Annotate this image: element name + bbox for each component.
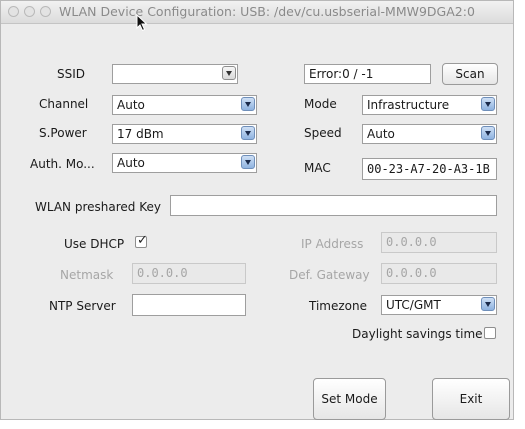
- daylight-savings-label: Daylight savings time: [352, 327, 483, 341]
- spower-combo[interactable]: 17 dBm: [112, 124, 257, 144]
- speed-dropdown-arrow-icon[interactable]: [481, 126, 495, 140]
- speed-combo[interactable]: Auto: [362, 124, 497, 144]
- channel-value: Auto: [117, 98, 145, 112]
- spower-dropdown-arrow-icon[interactable]: [241, 126, 255, 140]
- timezone-dropdown-arrow-icon[interactable]: [481, 297, 495, 311]
- channel-label: Channel: [39, 97, 89, 111]
- auth-mode-combo[interactable]: Auto: [112, 153, 257, 173]
- mode-dropdown-arrow-icon[interactable]: [481, 97, 495, 111]
- error-status-field: Error:0 / -1: [304, 64, 431, 84]
- spower-label: S.Power: [39, 126, 87, 140]
- netmask-label: Netmask: [60, 268, 114, 282]
- psk-label: WLAN preshared Key: [35, 200, 161, 214]
- ip-address-field: 0.0.0.0: [381, 232, 497, 253]
- zoom-window-icon[interactable]: [40, 6, 51, 17]
- use-dhcp-label: Use DHCP: [64, 237, 125, 251]
- exit-button[interactable]: Exit: [432, 378, 510, 420]
- mac-field[interactable]: 00-23-A7-20-A3-1B: [362, 158, 497, 180]
- netmask-field: 0.0.0.0: [132, 263, 246, 284]
- ntp-server-field[interactable]: [132, 294, 246, 316]
- ssid-combo[interactable]: [112, 64, 238, 84]
- mode-label: Mode: [304, 97, 337, 111]
- channel-dropdown-arrow-icon[interactable]: [241, 97, 255, 111]
- spower-value: 17 dBm: [117, 127, 164, 141]
- timezone-combo[interactable]: UTC/GMT: [381, 295, 497, 315]
- title-bar: WLAN Device Configuration: USB: /dev/cu.…: [1, 1, 513, 24]
- timezone-value: UTC/GMT: [386, 298, 441, 312]
- window-title: WLAN Device Configuration: USB: /dev/cu.…: [59, 4, 475, 19]
- auth-mode-value: Auto: [117, 156, 145, 170]
- auth-mode-dropdown-arrow-icon[interactable]: [241, 155, 255, 169]
- daylight-savings-checkbox[interactable]: [484, 327, 496, 339]
- scan-button[interactable]: Scan: [442, 63, 498, 85]
- close-window-icon[interactable]: [8, 6, 19, 17]
- mode-value: Infrastructure: [367, 98, 450, 112]
- speed-value: Auto: [367, 127, 395, 141]
- default-gateway-field: 0.0.0.0: [381, 263, 497, 284]
- ssid-dropdown-arrow-icon[interactable]: [222, 66, 236, 80]
- auth-mode-label: Auth. Mo...: [30, 157, 95, 171]
- minimize-window-icon[interactable]: [24, 6, 35, 17]
- ip-address-label: IP Address: [301, 237, 364, 251]
- ntp-server-label: NTP Server: [49, 299, 116, 313]
- speed-label: Speed: [304, 126, 342, 140]
- default-gateway-label: Def. Gateway: [289, 268, 370, 282]
- use-dhcp-checkbox[interactable]: ✓: [135, 233, 148, 248]
- timezone-label: Timezone: [309, 299, 367, 313]
- mac-label: MAC: [304, 161, 331, 175]
- mode-combo[interactable]: Infrastructure: [362, 95, 497, 115]
- psk-field[interactable]: [170, 195, 497, 216]
- channel-combo[interactable]: Auto: [112, 95, 257, 115]
- ssid-label: SSID: [56, 67, 85, 81]
- config-window: WLAN Device Configuration: USB: /dev/cu.…: [0, 0, 514, 420]
- set-mode-button[interactable]: Set Mode: [313, 378, 386, 420]
- mouse-pointer-icon: [136, 14, 148, 32]
- checkmark-icon: ✓: [137, 233, 148, 248]
